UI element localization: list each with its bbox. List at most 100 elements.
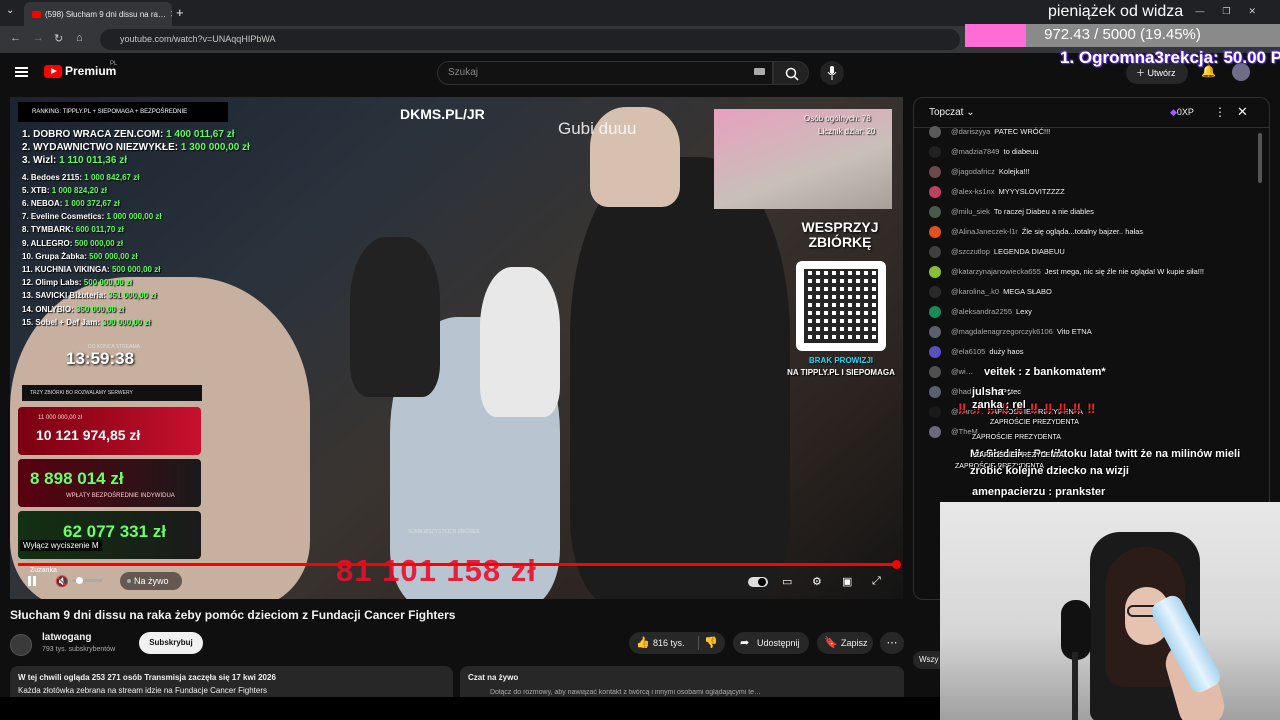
bookmark-icon: 🔖 (824, 637, 838, 649)
chat-message[interactable]: @jagodafricz Kolejka!!! (929, 165, 1030, 179)
chat-avatar[interactable] (929, 426, 941, 439)
chat-text: MEGA SŁABO (1003, 287, 1052, 296)
wesprzyj-zbiorke-label: WESPRZYJ ZBIÓRKĘ (801, 219, 879, 250)
chat-message[interactable]: @alex-ks1nx MYYYSLOVITZZZZ (929, 185, 1065, 199)
chat-author[interactable]: @dariszyya (951, 127, 990, 136)
chat-avatar[interactable] (929, 246, 941, 259)
chat-message[interactable]: @AlinaJaneczek-l1r Źle się ogląda...total… (929, 225, 1143, 239)
chat-avatar[interactable] (929, 326, 941, 339)
window-close-icon[interactable]: ✕ (1248, 6, 1256, 17)
chat-avatar[interactable] (929, 126, 941, 139)
theater-mode-icon[interactable]: ▣ (842, 575, 852, 588)
chat-avatar[interactable] (929, 266, 941, 279)
chat-author[interactable]: @milu_siek (951, 207, 990, 216)
chat-message[interactable]: @magdalenagrzegorczyk6106 Vito ETNA (929, 325, 1092, 339)
chat-author[interactable]: @karolina_.k0 (951, 287, 999, 296)
chat-message[interactable]: @madzia7849 to diabeuu (929, 145, 1039, 159)
chat-author[interactable]: @magdalenagrzegorczyk6106 (951, 327, 1053, 336)
keyboard-icon[interactable] (754, 68, 765, 75)
chat-message[interactable]: @karolina_.k0 MEGA SŁABO (929, 285, 1052, 299)
donation-goal-title: pieniążek od widza (1048, 3, 1184, 20)
youtube-logo-icon[interactable] (44, 65, 62, 78)
chat-avatar[interactable] (929, 226, 941, 239)
chat-message[interactable]: @milu_siek To raczej Diabeu a nie diables (929, 205, 1094, 219)
browser-tab[interactable]: (598) Słucham 9 dni dissu na ra… ✕ (24, 2, 172, 26)
tab-search-chevron-icon[interactable]: ⌄ (6, 5, 14, 16)
chat-avatar[interactable] (929, 186, 941, 199)
chat-scrollbar[interactable] (1258, 133, 1262, 183)
description-stats: W tej chwili ogląda 253 271 osób Transmi… (18, 673, 276, 682)
chat-author[interactable]: @szczutlop (951, 247, 990, 256)
leaderboard-amount: 500 000,00 zł (89, 251, 138, 261)
settings-gear-icon[interactable]: ⚙ (812, 575, 822, 588)
volume-knob[interactable] (76, 577, 83, 584)
search-input[interactable]: Szukaj (437, 61, 773, 85)
forward-icon[interactable]: → (33, 32, 44, 44)
chat-avatar[interactable] (929, 366, 941, 379)
chat-author[interactable]: @madzia7849 (951, 147, 999, 156)
chat-author[interactable]: @jagodafricz (951, 167, 995, 176)
chat-cut-button[interactable]: Wszy (913, 651, 941, 669)
chat-avatar[interactable] (929, 206, 941, 219)
thumbs-up-icon[interactable]: 👍 (636, 636, 650, 649)
person-background (350, 237, 440, 397)
chat-author[interactable]: @AlinaJaneczek-l1r (951, 227, 1018, 236)
chat-avatar[interactable] (929, 386, 941, 399)
chat-message[interactable]: @ela6105 duży haos (929, 345, 1024, 359)
chat-more-icon[interactable]: ⋮ (1214, 105, 1226, 119)
leaderboard-rank: 8. TYMBARK: (22, 225, 76, 235)
maximize-icon[interactable]: ❐ (1222, 6, 1230, 17)
leaderboard-row: 1. DOBRO WRACA ZEN.COM: 1 400 011,67 zł (22, 129, 234, 140)
chat-message[interactable]: @dariszyya PATEC WRÓĆ!!! (929, 125, 1050, 139)
hamburger-menu-icon[interactable] (15, 67, 28, 77)
scrubber-handle[interactable] (892, 560, 901, 569)
chat-avatar[interactable] (929, 146, 941, 159)
subscribe-button[interactable]: Subskrybuj (139, 632, 203, 654)
chat-author[interactable]: @wi… (951, 367, 973, 376)
back-icon[interactable]: ← (10, 32, 21, 44)
chat-author[interactable]: @katarzynajanowiecka655 (951, 267, 1041, 276)
thumbs-down-icon[interactable]: 👎 (704, 636, 718, 649)
xp-badge[interactable]: ◆0XP (1170, 107, 1194, 118)
chat-avatar[interactable] (929, 286, 941, 299)
search-button[interactable] (773, 61, 809, 85)
brand-label[interactable]: Premium (65, 64, 116, 78)
channel-name[interactable]: latwogang (42, 632, 91, 643)
home-icon[interactable]: ⌂ (76, 32, 83, 44)
live-indicator[interactable]: Na żywo (120, 572, 182, 590)
voice-search-button[interactable] (820, 61, 844, 85)
minimize-icon[interactable]: — (1195, 6, 1204, 17)
video-player[interactable]: RANKING: TIPPLY.PL + SIEPOMAGA + BEZPOŚR… (10, 97, 903, 599)
chat-avatar[interactable] (929, 346, 941, 359)
chat-message[interactable]: @katarzynajanowiecka655 Jest mega, nic si… (929, 265, 1204, 279)
chat-close-icon[interactable]: ✕ (1237, 104, 1248, 120)
chat-avatar[interactable] (929, 306, 941, 319)
brak-prowizji-line1: BRAK PROWIZJI (809, 356, 873, 365)
reload-icon[interactable]: ↻ (54, 32, 63, 45)
video-camera-inset (714, 109, 892, 209)
chat-avatar[interactable] (929, 166, 941, 179)
fullscreen-icon[interactable]: ⤢ (872, 575, 881, 588)
chevron-down-icon: ⌄ (966, 107, 975, 118)
address-bar[interactable]: youtube.com/watch?v=UNAqqHIPbWA (100, 29, 960, 50)
chat-message[interactable]: @szczutlop LEGENDA DIABEUU (929, 245, 1065, 259)
new-tab-icon[interactable]: + (176, 5, 184, 20)
subtitles-icon[interactable]: ▭ (782, 575, 792, 588)
progress-scrubber[interactable] (18, 563, 898, 566)
chat-message[interactable]: @aleksandra2255 Lexy (929, 305, 1032, 319)
volume-muted-icon[interactable]: 🔇 (55, 575, 69, 588)
live-chat-subtitle: Dołącz do rozmowy, aby nawiązać kontakt … (490, 689, 762, 696)
more-actions-button[interactable]: ⋯ (880, 632, 904, 654)
autoplay-toggle[interactable] (748, 577, 768, 587)
chat-message[interactable]: @wi… (929, 365, 977, 379)
zbiorka-box-3: 62 077 331 zł (18, 511, 201, 559)
tab-close-icon[interactable]: ✕ (170, 9, 172, 20)
chat-author[interactable]: @aleksandra2255 (951, 307, 1012, 316)
chat-mode-dropdown[interactable]: Topczat ⌄ (929, 107, 975, 118)
pause-button[interactable] (28, 576, 36, 586)
chat-author[interactable]: @alex-ks1nx (951, 187, 994, 196)
channel-avatar[interactable] (10, 634, 32, 656)
search-placeholder: Szukaj (448, 67, 479, 78)
chat-author[interactable]: @ela6105 (951, 347, 985, 356)
chat-avatar[interactable] (929, 406, 941, 419)
